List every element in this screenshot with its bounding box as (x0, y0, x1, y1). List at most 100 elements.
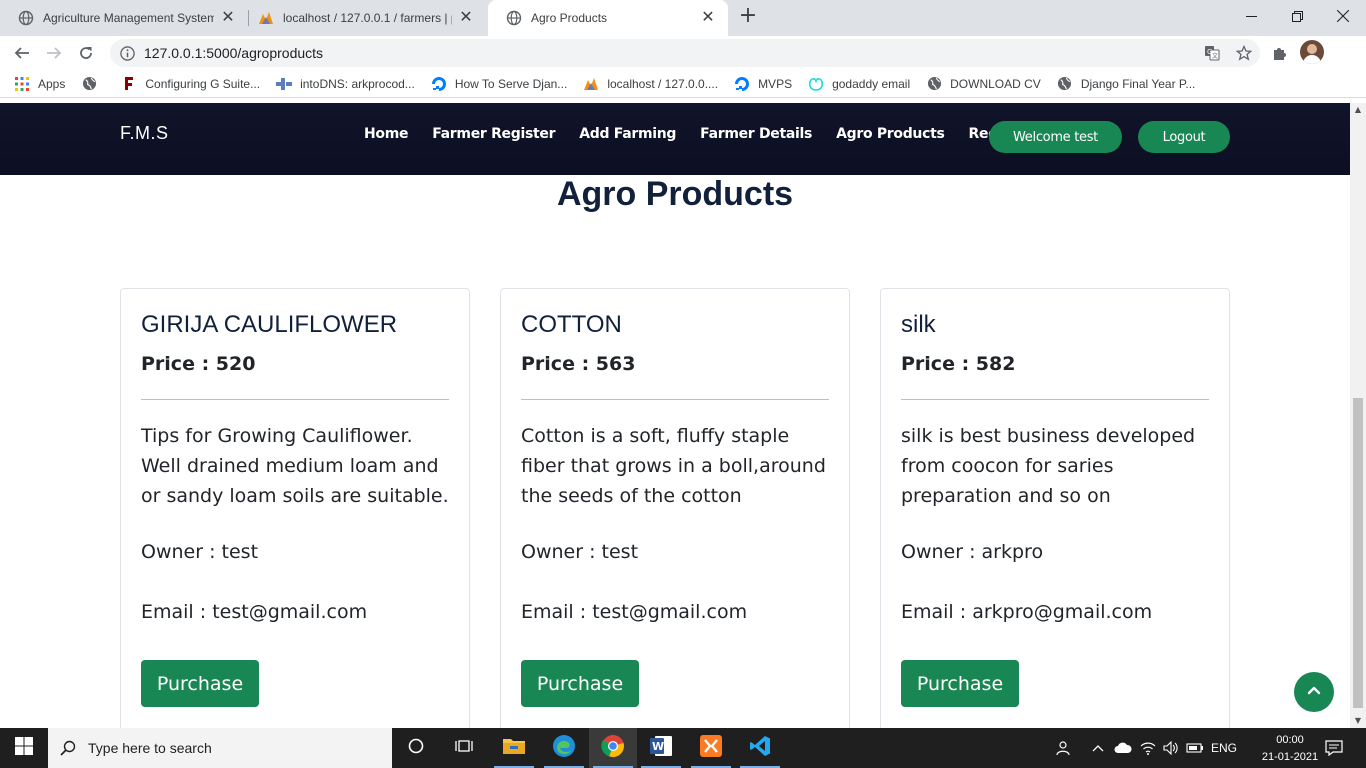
globe-icon (81, 76, 97, 92)
digitalocean-icon (431, 76, 447, 92)
product-name: GIRIJA CAULIFLOWER (141, 311, 398, 338)
email-label: Email : (521, 601, 593, 623)
search-icon (48, 740, 88, 756)
scroll-down-arrow[interactable]: ▼ (1350, 714, 1366, 728)
bookmark-mvps[interactable]: MVPS (726, 76, 800, 92)
bookmark-django-final-year[interactable]: Django Final Year P... (1049, 76, 1204, 92)
product-card: COTTON Price : 563 Cotton is a soft, flu… (500, 288, 850, 728)
chevron-up-icon[interactable] (1090, 728, 1106, 768)
page-scrollbar[interactable]: ▲ ▼ (1350, 103, 1366, 728)
bookmark-globe[interactable] (73, 76, 113, 92)
product-description: Cotton is a soft, fluffy staple fiber th… (521, 425, 826, 507)
purchase-button[interactable]: Purchase (521, 660, 639, 707)
system-clock[interactable]: 00:00 21-01-2021 (1258, 732, 1322, 766)
taskbar-vscode[interactable] (736, 728, 784, 768)
purchase-button[interactable]: Purchase (141, 660, 259, 707)
scrollbar-thumb[interactable] (1353, 398, 1363, 708)
close-window-button[interactable] (1320, 0, 1366, 32)
globe-icon (506, 10, 522, 26)
cortana-button[interactable] (392, 728, 440, 768)
language-indicator[interactable]: ENG (1208, 728, 1240, 768)
back-button[interactable] (9, 40, 35, 66)
price-value: 520 (215, 353, 256, 375)
people-icon[interactable] (1052, 728, 1076, 768)
close-tab-icon[interactable]: ✕ (458, 10, 474, 26)
product-owner: Owner : test (141, 541, 258, 563)
close-tab-icon[interactable]: ✕ (700, 10, 716, 26)
taskbar-search-box[interactable]: Type here to search (48, 728, 392, 768)
nav-farmer-details[interactable]: Farmer Details (700, 126, 812, 142)
owner-value: arkpro (981, 541, 1044, 563)
clock-time: 00:00 (1276, 734, 1304, 746)
fcc-icon (121, 76, 137, 92)
bookmark-apps[interactable]: Apps (0, 76, 73, 92)
reload-button[interactable] (73, 40, 99, 66)
product-name: silk (901, 311, 936, 338)
browser-tab-2[interactable]: localhost / 127.0.0.1 / farmers | p ✕ (240, 0, 486, 36)
email-value: arkpro@gmail.com (972, 601, 1153, 623)
nav-add-farming[interactable]: Add Farming (579, 126, 676, 142)
taskbar-word[interactable]: W (637, 728, 685, 768)
browser-tab-1[interactable]: Agriculture Management System ✕ (0, 0, 248, 36)
bookmark-intodns[interactable]: intoDNS: arkprocod... (268, 76, 423, 92)
scroll-up-arrow[interactable]: ▲ (1350, 103, 1366, 117)
url-text: 127.0.0.1:5000/agroproducts (144, 45, 324, 61)
translate-icon[interactable]: G文 (1196, 45, 1228, 61)
product-name: COTTON (521, 311, 622, 338)
bookmark-godaddy-email[interactable]: godaddy email (800, 76, 918, 92)
vscode-icon (749, 735, 771, 761)
volume-icon[interactable] (1161, 728, 1181, 768)
browser-tab-3[interactable]: Agro Products ✕ (488, 0, 728, 36)
product-card: silk Price : 582 silk is best business d… (880, 288, 1230, 728)
taskbar-file-explorer[interactable] (490, 728, 538, 768)
extensions-puzzle-icon[interactable] (1268, 41, 1292, 65)
bookmark-star-icon[interactable] (1228, 45, 1260, 61)
wifi-icon[interactable] (1138, 728, 1158, 768)
minimize-button[interactable] (1228, 0, 1274, 32)
taskbar-xampp[interactable] (687, 728, 735, 768)
bookmark-label: How To Serve Djan... (454, 76, 568, 91)
xampp-icon (700, 735, 722, 761)
forward-button[interactable] (41, 40, 67, 66)
product-description: Tips for Growing Cauliflower. Well drain… (141, 425, 449, 507)
task-view-button[interactable] (440, 728, 488, 768)
browser-toolbar: 127.0.0.1:5000/agroproducts G文 (0, 36, 1366, 70)
info-icon[interactable] (119, 45, 135, 61)
bookmark-configuring-gsuite[interactable]: Configuring G Suite... (113, 76, 268, 92)
bookmark-localhost[interactable]: localhost / 127.0.0.... (575, 76, 726, 92)
purchase-button[interactable]: Purchase (901, 660, 1019, 707)
logout-button[interactable]: Logout (1138, 121, 1230, 153)
godaddy-icon (808, 76, 824, 92)
site-brand[interactable]: F.M.S (120, 123, 169, 144)
back-to-top-button[interactable] (1294, 672, 1334, 712)
welcome-button[interactable]: Welcome test (989, 121, 1122, 153)
nav-farmer-register[interactable]: Farmer Register (432, 126, 555, 142)
onedrive-cloud-icon[interactable] (1112, 728, 1134, 768)
search-placeholder: Type here to search (88, 740, 212, 756)
taskbar-chrome[interactable] (589, 728, 637, 768)
phpmyadmin-icon (583, 76, 599, 92)
clock-date: 21-01-2021 (1261, 751, 1319, 763)
email-value: test@gmail.com (212, 601, 368, 623)
email-label: Email : (141, 601, 213, 623)
start-button[interactable] (0, 728, 48, 768)
site-nav-links: Home Farmer Register Add Farming Farmer … (364, 126, 1030, 142)
nav-home[interactable]: Home (364, 126, 409, 142)
close-tab-icon[interactable]: ✕ (220, 10, 236, 26)
price-label: Price : (521, 353, 596, 375)
bookmark-serve-django[interactable]: How To Serve Djan... (423, 76, 576, 92)
product-owner: Owner : arkpro (901, 541, 1043, 563)
restore-button[interactable] (1274, 0, 1320, 32)
new-tab-button[interactable]: + (737, 5, 759, 28)
taskbar-edge[interactable] (540, 728, 588, 768)
address-bar[interactable]: 127.0.0.1:5000/agroproducts G文 (110, 39, 1260, 67)
bookmark-label: godaddy email (832, 76, 911, 91)
task-view-icon (455, 738, 473, 758)
battery-icon[interactable] (1185, 728, 1205, 768)
bookmark-download-cv[interactable]: DOWNLOAD CV (918, 76, 1049, 92)
profile-avatar[interactable] (1300, 40, 1324, 64)
windows-logo-icon (15, 737, 33, 759)
page-viewport: F.M.S Home Farmer Register Add Farming F… (0, 103, 1350, 728)
notification-icon[interactable] (1322, 728, 1346, 768)
nav-agro-products[interactable]: Agro Products (836, 126, 945, 142)
